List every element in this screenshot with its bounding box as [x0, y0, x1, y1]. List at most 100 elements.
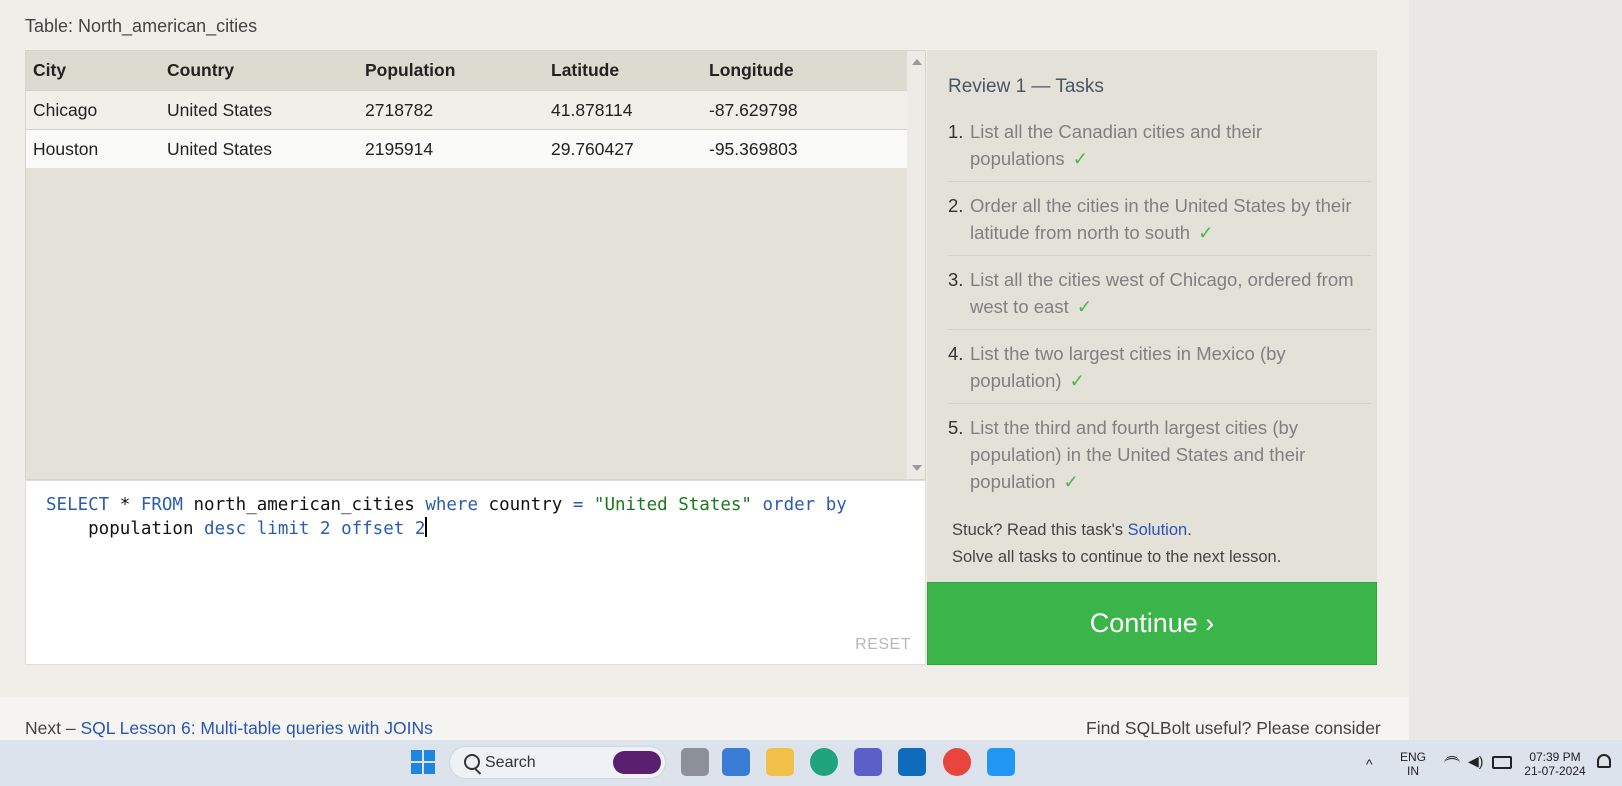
task-text: List all the cities west of Chicago, ord… — [970, 269, 1354, 317]
chevron-up-icon[interactable]: ^ — [1366, 757, 1373, 771]
volume-icon[interactable]: ◀) — [1468, 754, 1483, 768]
results-table: City Country Population Latitude Longitu… — [26, 51, 907, 168]
teams-icon[interactable] — [854, 748, 882, 776]
page-gutter — [1409, 0, 1622, 740]
sql-token: country — [478, 495, 573, 515]
edge-browser-icon[interactable] — [810, 748, 838, 776]
task-item: 5. List the third and fourth largest citi… — [948, 414, 1371, 504]
task-text: List the third and fourth largest cities… — [970, 417, 1306, 492]
chrome-icon[interactable] — [943, 748, 971, 776]
text-cursor — [425, 517, 428, 537]
task-text: List all the Canadian cities and their p… — [970, 121, 1263, 169]
next-lesson: Next – SQL Lesson 6: Multi-table queries… — [25, 718, 433, 739]
sql-token: north_american_cities — [182, 495, 426, 515]
page-footer: Next – SQL Lesson 6: Multi-table queries… — [0, 697, 1409, 740]
tasks-title: Review 1 — Tasks — [948, 76, 1104, 97]
query-results-panel: City Country Population Latitude Longitu… — [25, 50, 926, 480]
sql-keyword: limit — [256, 519, 310, 539]
windows-start-icon[interactable] — [411, 750, 435, 774]
solution-link[interactable]: Solution — [1128, 521, 1188, 539]
notification-bell-icon[interactable] — [1597, 754, 1611, 768]
language-indicator[interactable]: ENG IN — [1400, 750, 1426, 778]
cell-longitude: -95.369803 — [702, 129, 907, 168]
clock-time: 07:39 PM — [1529, 750, 1581, 764]
battery-icon[interactable] — [1492, 756, 1512, 769]
continue-button[interactable]: Continue › — [927, 582, 1377, 665]
column-header-population: Population — [358, 51, 544, 91]
sql-keyword: order by — [762, 495, 847, 515]
checkmark-icon: ✓ — [1072, 148, 1089, 169]
clock-date: 21-07-2024 — [1524, 764, 1586, 778]
sql-code[interactable]: SELECT * FROM north_american_cities wher… — [46, 493, 906, 541]
stuck-suffix: . — [1187, 521, 1192, 539]
system-clock[interactable]: 07:39 PM 21-07-2024 — [1523, 750, 1587, 778]
task-number: 5. — [948, 417, 964, 438]
column-header-city: City — [26, 51, 160, 91]
cell-population: 2718782 — [358, 90, 544, 130]
file-explorer-icon[interactable] — [766, 748, 794, 776]
sql-string: "United States" — [593, 495, 752, 515]
cell-country: United States — [160, 129, 358, 168]
cell-country: United States — [160, 90, 358, 130]
task-number: 1. — [948, 121, 964, 142]
sql-token: * — [109, 495, 141, 515]
sql-keyword: FROM — [140, 495, 183, 515]
column-header-latitude: Latitude — [544, 51, 702, 91]
sql-number: 2 — [414, 519, 426, 539]
checkmark-icon: ✓ — [1076, 296, 1093, 317]
sqlbolt-page: Table: North_american_cities City Countr… — [0, 0, 1409, 740]
sql-token: population — [46, 519, 205, 539]
reset-button[interactable]: RESET — [855, 636, 911, 654]
region-code: IN — [1407, 764, 1419, 778]
task-text: Order all the cities in the United State… — [970, 195, 1352, 243]
taskbar-search-box[interactable]: Search — [449, 746, 666, 779]
column-header-country: Country — [160, 51, 358, 91]
task-number: 3. — [948, 269, 964, 290]
column-header-longitude: Longitude — [702, 51, 907, 91]
outlook-icon[interactable] — [898, 748, 926, 776]
next-lesson-link[interactable]: SQL Lesson 6: Multi-table queries with J… — [80, 718, 432, 738]
table-row: Chicago United States 2718782 41.878114 … — [26, 90, 907, 130]
cell-longitude: -87.629798 — [702, 90, 907, 130]
cell-latitude: 29.760427 — [544, 129, 702, 168]
sql-number: 2 — [319, 519, 331, 539]
language-code: ENG — [1400, 750, 1427, 764]
results-scrollbar[interactable] — [907, 51, 925, 479]
task-list: 1. List all the Canadian cities and their… — [948, 118, 1371, 514]
vscode-icon[interactable] — [987, 748, 1015, 776]
sql-keyword: SELECT — [46, 495, 110, 515]
scroll-down-arrow-icon[interactable] — [912, 465, 922, 471]
task-view-icon[interactable] — [681, 748, 709, 776]
sql-operator: = — [572, 495, 584, 515]
task-number: 2. — [948, 195, 964, 216]
sql-query-editor[interactable]: SELECT * FROM north_american_cities wher… — [25, 480, 926, 665]
scroll-up-arrow-icon[interactable] — [912, 59, 922, 65]
cell-city: Houston — [26, 129, 160, 168]
search-highlight-icon — [613, 751, 661, 774]
checkmark-icon: ✓ — [1063, 471, 1079, 492]
wifi-icon[interactable] — [1444, 756, 1460, 771]
task-text: List the two largest cities in Mexico (b… — [970, 343, 1286, 391]
cell-population: 2195914 — [358, 129, 544, 168]
next-prefix: Next – — [25, 718, 81, 738]
stuck-prefix: Stuck? Read this task's — [952, 521, 1128, 539]
table-title: Table: North_american_cities — [25, 16, 258, 36]
checkmark-icon: ✓ — [1069, 370, 1086, 391]
sql-keyword: where — [425, 495, 478, 515]
task-item: 3. List all the cities west of Chicago, o… — [948, 266, 1371, 330]
sql-keyword: desc — [204, 519, 247, 539]
tasks-panel: Review 1 — Tasks 1. List all the Canadian… — [927, 50, 1377, 582]
windows-taskbar: Search ^ ENG IN ◀) 07:39 PM 21-07-2024 — [0, 740, 1622, 786]
task-number: 4. — [948, 343, 964, 364]
sql-keyword: offset — [341, 519, 405, 539]
microsoft-store-icon[interactable] — [722, 748, 750, 776]
search-icon — [464, 754, 480, 770]
table-header-row: City Country Population Latitude Longitu… — [26, 51, 907, 91]
solve-all-text: Solve all tasks to continue to the next … — [952, 548, 1282, 566]
